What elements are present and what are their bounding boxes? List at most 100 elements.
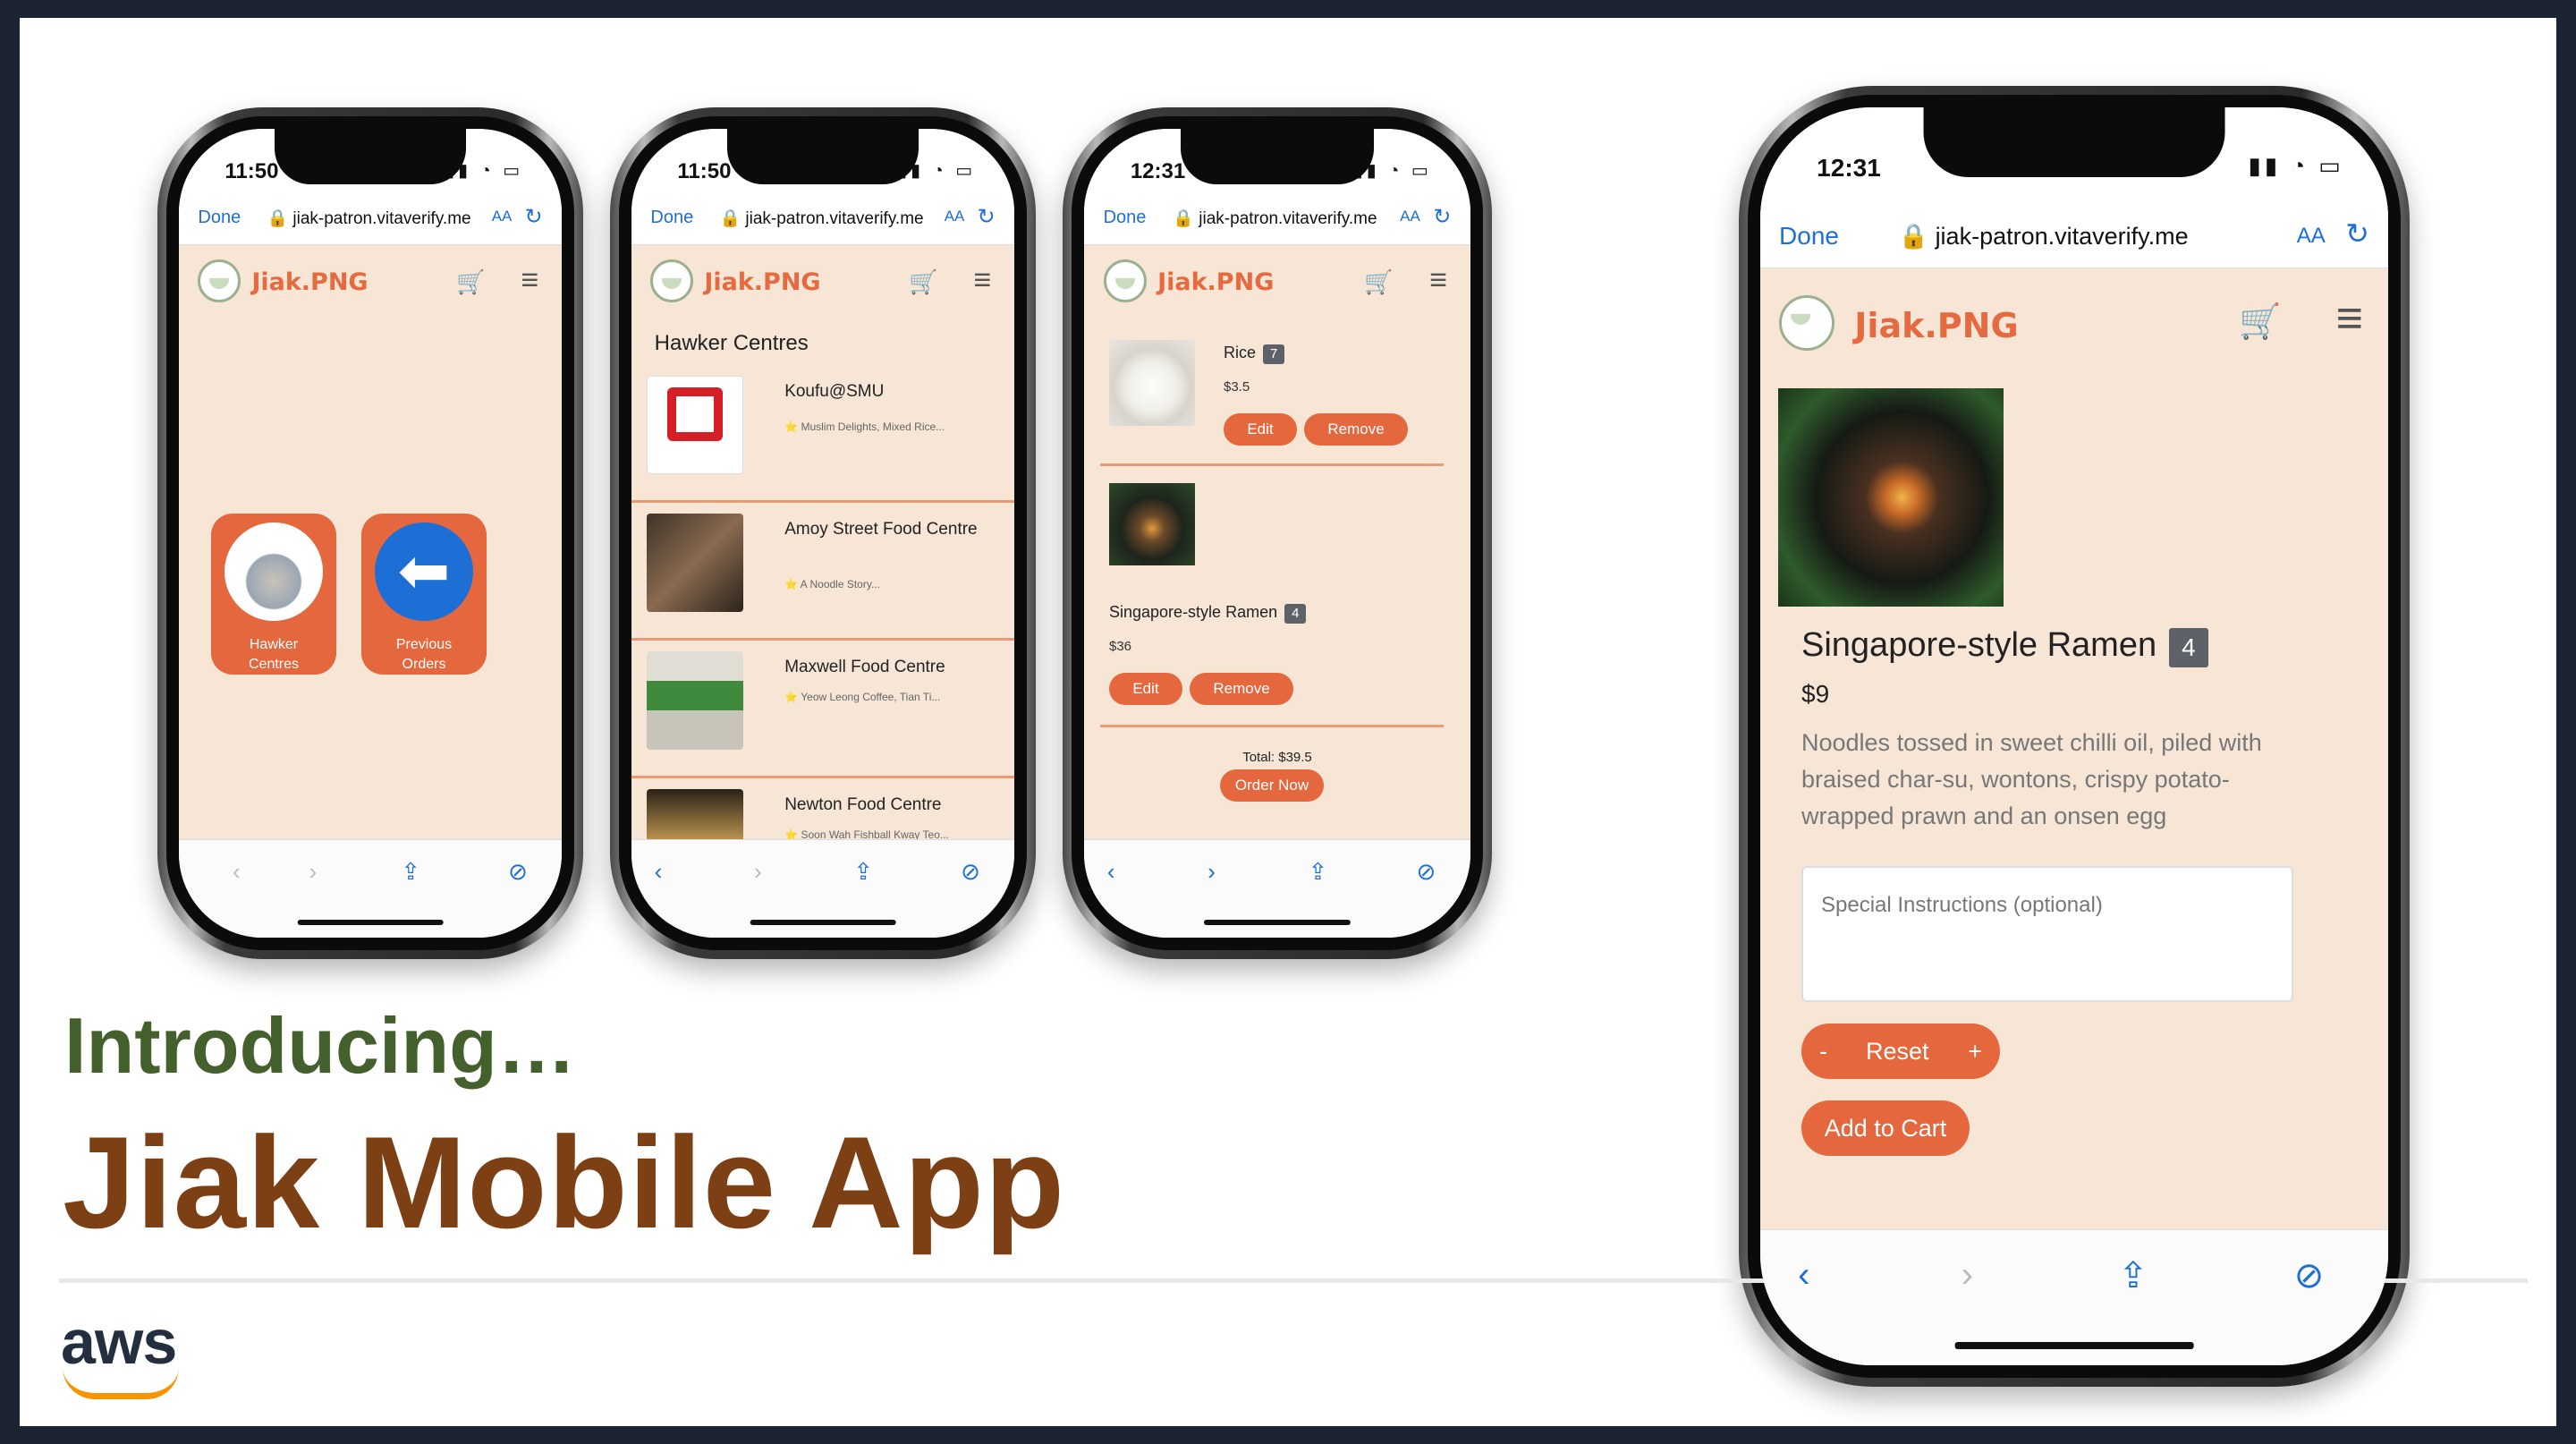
- special-instructions-field[interactable]: Special Instructions (optional): [1801, 866, 2293, 1002]
- done-button[interactable]: Done: [650, 208, 693, 228]
- rice-bowl-logo-icon[interactable]: [650, 259, 694, 302]
- cart-icon[interactable]: 🛒: [456, 268, 485, 296]
- rice-bowl-logo-icon[interactable]: [1779, 295, 1835, 351]
- list-item[interactable]: Amoy Street Food Centre ⭐ A Noodle Story…: [631, 505, 1014, 641]
- rice-thumb: [1109, 340, 1195, 426]
- reload-icon[interactable]: ↻: [525, 204, 543, 230]
- remove-button[interactable]: Remove: [1304, 413, 1408, 446]
- quantity-stepper[interactable]: - Reset +: [1801, 1024, 2000, 1079]
- reload-icon[interactable]: ↻: [2345, 217, 2369, 251]
- hamburger-icon[interactable]: ≡: [1429, 263, 1447, 298]
- compass-icon[interactable]: ⊘: [2294, 1255, 2325, 1296]
- app-header: Jiak.PNG 🛒 ≡: [179, 245, 562, 320]
- cart-icon[interactable]: 🛒: [2239, 302, 2281, 342]
- edit-button[interactable]: Edit: [1109, 673, 1182, 705]
- list-item[interactable]: Koufu@SMU ⭐ Muslim Delights, Mixed Rice.…: [631, 367, 1014, 503]
- url-text[interactable]: 🔒 jiak-patron.vitaverify.me: [719, 208, 923, 229]
- brand-name[interactable]: Jiak.PNG: [251, 268, 368, 296]
- status-time: 12:31: [1817, 154, 1881, 182]
- add-to-cart-button[interactable]: Add to Cart: [1801, 1100, 1970, 1156]
- url-text[interactable]: 🔒 jiak-patron.vitaverify.me: [1898, 222, 2188, 251]
- browser-url-bar: Done 🔒 jiak-patron.vitaverify.me AA ↻: [1084, 195, 1470, 245]
- quantity-badge: 4: [1284, 604, 1307, 624]
- divider: [1100, 725, 1444, 727]
- tile-hawker-centres[interactable]: Hawker Centres: [211, 514, 336, 675]
- dish-title: Singapore-style Ramen 4: [1801, 626, 2208, 667]
- home-indicator: [750, 920, 896, 925]
- forward-icon[interactable]: ›: [754, 858, 762, 886]
- page-title: Hawker Centres: [654, 331, 809, 355]
- browser-url-bar: Done 🔒 jiak-patron.vitaverify.me AA ↻: [179, 195, 562, 245]
- hamburger-icon[interactable]: ≡: [521, 263, 538, 298]
- signal-wifi-battery-icon: ▮▮ ◔ ▭: [2248, 152, 2344, 179]
- url-text[interactable]: 🔒 jiak-patron.vitaverify.me: [267, 208, 470, 229]
- brand-name[interactable]: Jiak.PNG: [704, 268, 820, 296]
- text-size-button[interactable]: AA: [492, 208, 513, 225]
- home-indicator: [1203, 920, 1352, 925]
- phone-hawker-list: 11:50 ▮▮ ◔ ▭ Done 🔒 jiak-patron.vitaveri…: [610, 107, 1036, 959]
- browser-toolbar: ‹ › ⇪ ⊘: [1084, 839, 1470, 938]
- app-header: Jiak.PNG 🛒 ≡: [1760, 268, 2388, 376]
- ramen-photo: [1778, 388, 2004, 607]
- hamburger-icon[interactable]: ≡: [973, 263, 991, 298]
- maxwell-thumb: [647, 651, 744, 750]
- back-icon[interactable]: ‹: [233, 858, 241, 886]
- share-icon[interactable]: ⇪: [1309, 858, 1328, 886]
- app-header: Jiak.PNG 🛒 ≡: [1084, 245, 1470, 320]
- text-size-button[interactable]: AA: [2297, 224, 2326, 249]
- share-icon[interactable]: ⇪: [853, 858, 873, 886]
- quantity-badge: 4: [2169, 628, 2208, 667]
- cart-item-price: $3.5: [1224, 379, 1250, 395]
- reload-icon[interactable]: ↻: [1433, 204, 1451, 230]
- building-icon: [225, 522, 323, 621]
- back-icon[interactable]: ‹: [655, 858, 663, 886]
- cart-item-name: Rice 7: [1224, 344, 1285, 364]
- decrement-button[interactable]: -: [1819, 1024, 1827, 1079]
- text-size-button[interactable]: AA: [1400, 208, 1420, 225]
- url-text[interactable]: 🔒 jiak-patron.vitaverify.me: [1173, 208, 1377, 229]
- share-icon[interactable]: ⇪: [401, 858, 420, 886]
- status-time: 12:31: [1130, 159, 1186, 183]
- phone-home: 11:50 ▮▮ ◔ ▭ Done 🔒 jiak-patron.vitaveri…: [157, 107, 583, 959]
- browser-toolbar: ‹ › ⇪ ⊘: [631, 839, 1014, 938]
- done-button[interactable]: Done: [198, 208, 241, 228]
- quantity-badge: 7: [1263, 344, 1285, 364]
- compass-icon[interactable]: ⊘: [961, 858, 980, 886]
- compass-icon[interactable]: ⊘: [1417, 858, 1436, 886]
- rice-bowl-logo-icon[interactable]: [198, 259, 242, 302]
- brand-name[interactable]: Jiak.PNG: [1854, 306, 2018, 345]
- cart-icon[interactable]: 🛒: [1364, 268, 1393, 296]
- reload-icon[interactable]: ↻: [978, 204, 996, 230]
- brand-name[interactable]: Jiak.PNG: [1157, 268, 1274, 296]
- forward-icon[interactable]: ›: [309, 858, 318, 886]
- back-arrow-icon: ⬅: [375, 522, 473, 621]
- remove-button[interactable]: Remove: [1190, 673, 1293, 705]
- text-size-button[interactable]: AA: [945, 208, 965, 225]
- dish-description: Noodles tossed in sweet chilli oil, pile…: [1801, 729, 2262, 829]
- phone-cart: 12:31 ▮▮ ◔ ▭ Done 🔒 jiak-patron.vitaveri…: [1063, 107, 1492, 959]
- forward-icon[interactable]: ›: [1962, 1255, 1973, 1295]
- cart-total: Total: $39.5: [1242, 750, 1312, 765]
- hamburger-icon[interactable]: ≡: [2336, 292, 2363, 345]
- compass-icon[interactable]: ⊘: [508, 858, 528, 886]
- order-now-button[interactable]: Order Now: [1220, 769, 1324, 802]
- back-icon[interactable]: ‹: [1107, 858, 1115, 886]
- app-header: Jiak.PNG 🛒 ≡: [631, 245, 1014, 320]
- forward-icon[interactable]: ›: [1208, 858, 1216, 886]
- browser-toolbar: ‹ › ⇪ ⊘: [1760, 1229, 2388, 1365]
- back-icon[interactable]: ‹: [1798, 1255, 1809, 1295]
- increment-button[interactable]: +: [1968, 1024, 1982, 1079]
- edit-button[interactable]: Edit: [1224, 413, 1297, 446]
- cart-item-name: Singapore-style Ramen 4: [1109, 603, 1307, 624]
- done-button[interactable]: Done: [1779, 222, 1839, 251]
- phone-item-detail: 12:31 ▮▮ ◔ ▭ Done 🔒 jiak-patron.vitaveri…: [1739, 86, 2410, 1387]
- reset-button[interactable]: Reset: [1866, 1024, 1929, 1079]
- done-button[interactable]: Done: [1104, 208, 1147, 228]
- intro-text: Introducing…: [64, 1001, 576, 1090]
- cart-item-price: $36: [1109, 639, 1132, 654]
- share-icon[interactable]: ⇪: [2118, 1255, 2148, 1296]
- rice-bowl-logo-icon[interactable]: [1103, 259, 1147, 302]
- cart-icon[interactable]: 🛒: [909, 268, 937, 296]
- tile-previous-orders[interactable]: ⬅ Previous Orders: [361, 514, 487, 675]
- list-item[interactable]: Maxwell Food Centre ⭐ Yeow Leong Coffee,…: [631, 642, 1014, 778]
